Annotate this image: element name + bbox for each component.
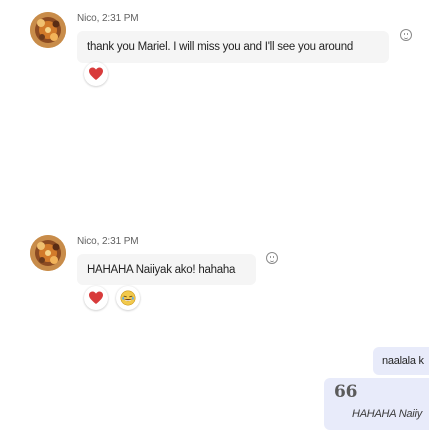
reaction-heart[interactable] — [84, 286, 108, 310]
outgoing-message-bubble[interactable]: naalala k — [373, 347, 429, 375]
message-bubble[interactable]: thank you Mariel. I will miss you and I'… — [77, 31, 389, 63]
quoted-text: HAHAHA Naiiy — [352, 408, 422, 420]
avatar[interactable] — [30, 12, 66, 48]
quoted-message-bubble[interactable]: 66 HAHAHA Naiiy — [324, 378, 429, 430]
reaction-cry-laugh[interactable] — [116, 286, 140, 310]
add-reaction-icon[interactable] — [266, 252, 278, 264]
add-reaction-icon[interactable] — [400, 29, 412, 41]
heart-icon — [89, 291, 103, 304]
message-text: thank you Mariel. I will miss you and I'… — [87, 41, 353, 53]
message-meta: Nico, 2:31 PM — [77, 236, 139, 247]
cry-laugh-face-icon — [120, 290, 136, 306]
avatar[interactable] — [30, 235, 66, 271]
message-bubble[interactable]: HAHAHA Naiiyak ako! hahaha — [77, 254, 256, 285]
quote-icon: 66 — [334, 382, 358, 402]
message-text: HAHAHA Naiiyak ako! hahaha — [87, 264, 236, 276]
reaction-heart[interactable] — [84, 62, 108, 86]
avatar-image — [30, 12, 66, 48]
message-meta: Nico, 2:31 PM — [77, 13, 139, 24]
chat-thread: Nico, 2:31 PM thank you Mariel. I will m… — [0, 0, 429, 430]
avatar-image — [30, 235, 66, 271]
outgoing-message-text: naalala k — [382, 355, 424, 367]
heart-icon — [89, 67, 103, 80]
